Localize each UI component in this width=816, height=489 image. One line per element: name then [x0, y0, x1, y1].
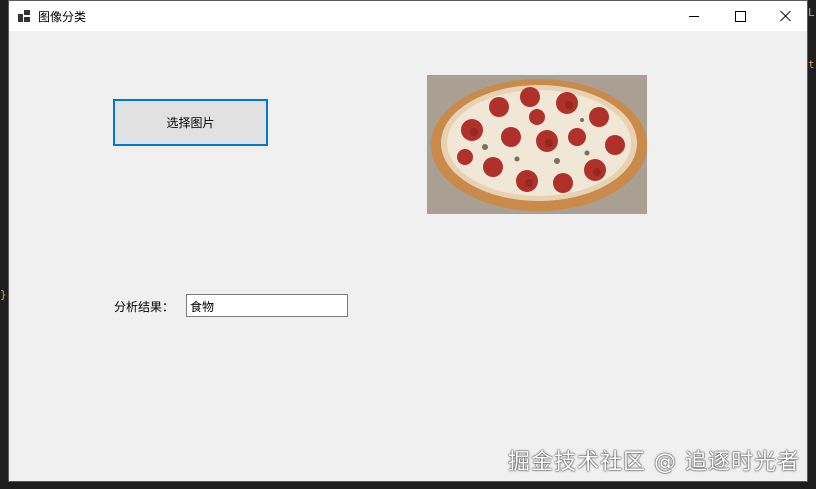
window-title: 图像分类 — [38, 10, 87, 24]
pizza-image — [427, 75, 647, 214]
watermark-text: 掘金技术社区 @ 追逐时光者 — [508, 450, 800, 475]
background-code-fragment: tr — [808, 58, 816, 71]
close-button[interactable] — [763, 1, 809, 31]
close-icon — [780, 10, 792, 22]
maximize-icon — [734, 10, 746, 22]
result-textbox[interactable]: 食物 — [186, 294, 348, 317]
background-code-fragment: } — [0, 288, 7, 301]
minimize-icon — [689, 15, 699, 17]
app-window-icon — [18, 10, 30, 22]
maximize-button[interactable] — [717, 1, 763, 31]
picture-box — [427, 75, 647, 214]
select-image-button[interactable]: 选择图片 — [113, 99, 268, 146]
minimize-button[interactable] — [671, 1, 717, 31]
app-window: 图像分类 选择图片 分析结果： 食物 — [8, 0, 808, 482]
result-label: 分析结果： — [114, 300, 175, 314]
title-bar[interactable]: 图像分类 — [9, 1, 807, 31]
